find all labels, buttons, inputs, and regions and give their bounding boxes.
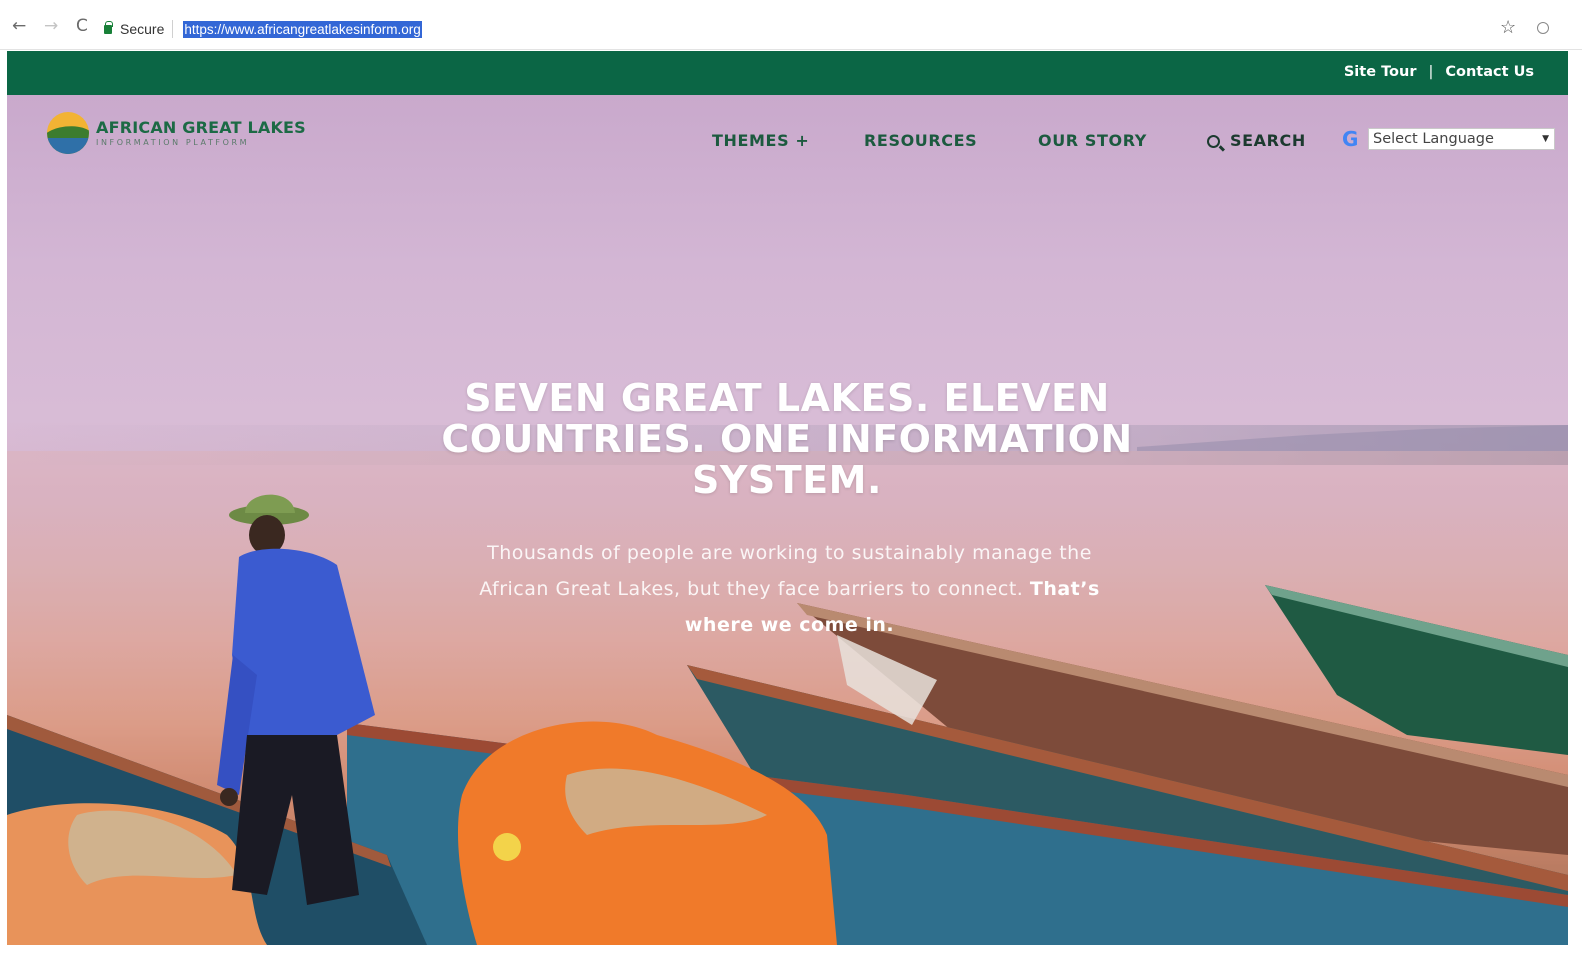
main-navigation: THEMES + RESOURCES OUR STORY SEARCH (712, 131, 1306, 150)
google-icon: G (1342, 127, 1359, 151)
logo-title: AFRICAN GREAT LAKES (96, 117, 306, 137)
forward-arrow-icon[interactable]: → (44, 16, 58, 36)
nav-themes[interactable]: THEMES + (712, 131, 864, 150)
hero-photo-scene (7, 425, 1568, 945)
utility-bar: Site Tour | Contact Us (7, 51, 1568, 95)
contact-us-link[interactable]: Contact Us (1445, 64, 1534, 80)
language-dropdown-value: Select Language (1373, 131, 1494, 147)
back-arrow-icon[interactable]: ← (12, 16, 26, 36)
language-selector: G Select Language ▼ (1342, 128, 1555, 150)
address-bar[interactable]: Secure https://www.africangreatlakesinfo… (104, 14, 1564, 44)
hero-headline: SEVEN GREAT LAKES. ELEVEN COUNTRIES. ONE… (441, 376, 1133, 502)
site-logo[interactable]: AFRICAN GREAT LAKES INFORMATION PLATFORM (47, 112, 306, 154)
utility-divider: | (1428, 64, 1434, 80)
search-label: SEARCH (1230, 131, 1306, 150)
distant-islands (1137, 425, 1568, 451)
hero-subtext: Thousands of people are working to susta… (477, 535, 1102, 643)
omnibox-separator (172, 20, 174, 38)
search-icon (1207, 135, 1220, 148)
url-text[interactable]: https://www.africangreatlakesinform.org (183, 20, 422, 38)
logo-subtitle: INFORMATION PLATFORM (96, 137, 250, 147)
hero-body: Thousands of people are working to susta… (479, 542, 1092, 600)
logo-mark-icon (47, 112, 89, 154)
star-icon[interactable]: ☆ (1500, 17, 1516, 38)
chevron-down-icon: ▼ (1542, 134, 1549, 144)
browser-toolbar: ← → C Secure https://www.africangreatlak… (0, 0, 1582, 50)
nav-resources[interactable]: RESOURCES (864, 131, 1038, 150)
nav-search[interactable]: SEARCH (1207, 131, 1306, 150)
language-dropdown[interactable]: Select Language ▼ (1368, 128, 1555, 150)
nav-our-story[interactable]: OUR STORY (1038, 131, 1207, 150)
logo-text: AFRICAN GREAT LAKES INFORMATION PLATFORM (96, 117, 306, 147)
secure-label: Secure (120, 21, 165, 37)
utility-links: Site Tour | Contact Us (1344, 64, 1534, 80)
extension-icon[interactable] (1537, 22, 1549, 34)
hero-section: AFRICAN GREAT LAKES INFORMATION PLATFORM… (7, 95, 1568, 945)
site-tour-link[interactable]: Site Tour (1344, 64, 1417, 80)
reload-icon[interactable]: C (76, 16, 88, 36)
lock-icon (104, 20, 113, 34)
